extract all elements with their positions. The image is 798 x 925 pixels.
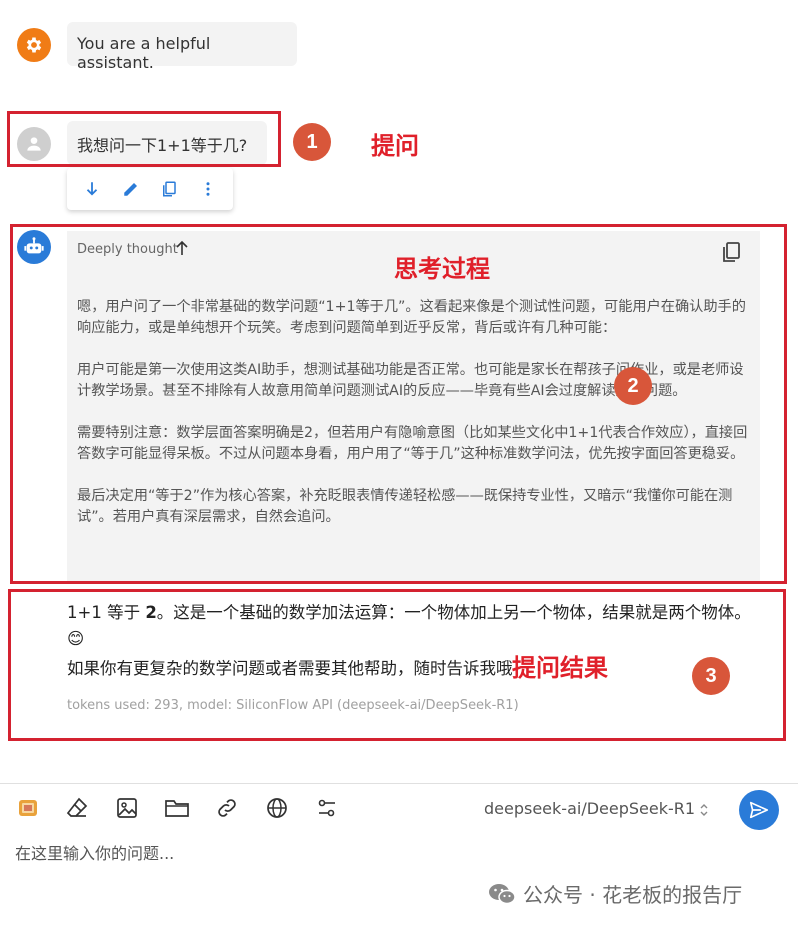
input-divider [0, 783, 798, 784]
annotation-label-question: 提问 [371, 132, 419, 160]
system-message: You are a helpful assistant. [67, 22, 297, 72]
annotation-label-thinking: 思考过程 [394, 255, 490, 283]
wechat-icon [489, 883, 516, 904]
eraser-icon[interactable] [64, 795, 90, 821]
send-button[interactable] [739, 790, 779, 830]
globe-icon[interactable] [264, 795, 290, 821]
system-avatar [17, 28, 51, 62]
annotation-box-question [7, 111, 281, 167]
image-icon[interactable] [114, 795, 140, 821]
annotation-label-result: 提问结果 [512, 654, 608, 682]
folder-icon[interactable] [164, 795, 190, 821]
annotation-number-1: 1 [293, 123, 331, 161]
watermark-text: 公众号 · 花老板的报告厅 [523, 883, 743, 907]
chat-input[interactable] [15, 840, 695, 866]
watermark: 公众号 · 花老板的报告厅 [487, 879, 742, 908]
link-icon[interactable] [214, 795, 240, 821]
annotation-box-result [8, 589, 786, 741]
copy-icon[interactable] [155, 175, 183, 203]
chevron-updown-icon[interactable] [698, 801, 710, 819]
send-icon [749, 801, 769, 819]
model-selector[interactable]: deepseek-ai/DeepSeek-R1 [484, 799, 695, 818]
settings-sliders-icon[interactable] [314, 795, 340, 821]
arrow-down-icon[interactable] [78, 175, 106, 203]
annotation-number-2: 2 [614, 367, 652, 405]
message-toolbar [67, 168, 233, 210]
app-icon[interactable] [15, 795, 41, 821]
annotation-number-3: 3 [692, 657, 730, 695]
pencil-icon[interactable] [117, 175, 145, 203]
more-vert-icon[interactable] [194, 175, 222, 203]
gear-icon [26, 37, 42, 53]
